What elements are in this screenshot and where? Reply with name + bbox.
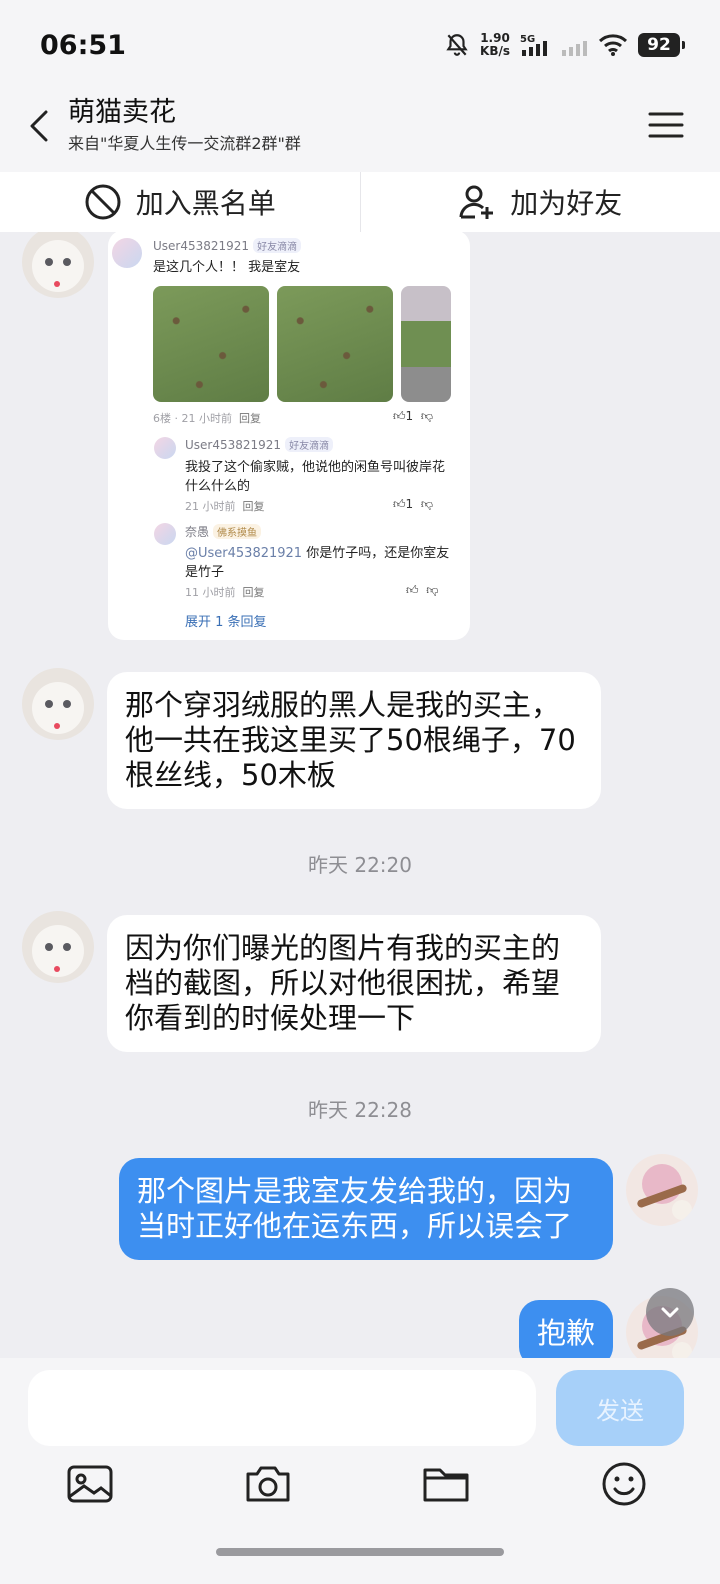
- reply-user: 奈愚 佛系摸鱼: [185, 523, 262, 540]
- comment-user: User453821921 好友滴滴: [153, 238, 302, 253]
- reply-meta: 11 小时前 回复: [185, 586, 265, 599]
- commenter-avatar: [112, 238, 142, 268]
- net-speed: 1.90 KB/s: [480, 31, 510, 58]
- home-indicator[interactable]: [216, 1548, 504, 1556]
- like-buttons: 👍︎ 👎︎: [406, 583, 438, 598]
- message-bubble[interactable]: 那个穿羽绒服的黑人是我的买主，他一共在我这里买了50根绳子，70根丝线，50木板: [107, 672, 601, 809]
- avatar[interactable]: [22, 232, 94, 298]
- game-screenshot: [277, 286, 393, 402]
- status-icons: 1.90 KB/s 5G 92: [444, 31, 685, 58]
- chat-area[interactable]: User453821921 好友滴滴 是这几个人！！ 我是室友 6楼 · 21 小…: [0, 232, 720, 1358]
- thumbs-up-icon: 👍︎: [393, 497, 406, 511]
- anime-avatar-icon: [626, 1154, 698, 1226]
- reply-text: @User453821921 你是竹子吗，还是你室友是竹子: [185, 546, 450, 580]
- like-count: 👍︎1 👎︎: [393, 497, 434, 511]
- message-bubble[interactable]: 因为你们曝光的图片有我的买主的档的截图，所以对他很困扰，希望你看到的时候处理一下: [107, 915, 601, 1052]
- signal-icon: [562, 41, 587, 56]
- send-button[interactable]: 发送: [556, 1370, 684, 1446]
- add-friend-label: 加为好友: [510, 187, 623, 220]
- signal-5g-icon: 5G: [520, 34, 547, 56]
- message-input[interactable]: [28, 1370, 536, 1446]
- thumbs-down-icon: 👎︎: [420, 409, 434, 423]
- cat-avatar-icon: [22, 668, 94, 740]
- status-time: 06:51: [40, 30, 126, 61]
- scroll-to-bottom-button[interactable]: [646, 1288, 694, 1336]
- time-separator: 昨天 22:28: [308, 1098, 412, 1122]
- folder-icon[interactable]: [420, 1458, 472, 1510]
- reply-text: 我投了这个偷家贼，他说他的闲鱼号叫彼岸花什么什么的: [185, 460, 446, 494]
- thumbs-up-icon: 👍︎: [406, 583, 419, 597]
- add-friend-icon: [459, 185, 494, 219]
- blacklist-label: 加入黑名单: [135, 187, 276, 220]
- game-screenshot: [153, 286, 269, 402]
- svg-text:5G: 5G: [520, 34, 535, 45]
- avatar[interactable]: [22, 668, 94, 740]
- mute-bell-icon: [446, 34, 468, 56]
- avatar[interactable]: [22, 911, 94, 983]
- game-screenshot: [401, 286, 451, 402]
- chevron-down-icon: [661, 1307, 679, 1318]
- thumbs-down-icon: 👎︎: [426, 583, 439, 597]
- block-icon: [85, 184, 121, 220]
- add-friend-button[interactable]: 加为好友: [361, 172, 720, 232]
- comment-text: 是这几个人！！ 我是室友: [153, 260, 301, 275]
- thumbs-up-icon: 👍︎: [393, 409, 406, 423]
- message-bubble-sent[interactable]: 抱歉: [519, 1300, 613, 1358]
- thumbs-down-icon: 👎︎: [420, 497, 434, 511]
- cat-avatar-icon: [22, 911, 94, 983]
- reply-meta: 21 小时前 回复: [185, 500, 265, 513]
- expand-replies-link[interactable]: 展开 1 条回复: [185, 611, 267, 630]
- image-message[interactable]: User453821921 好友滴滴 是这几个人！！ 我是室友 6楼 · 21 小…: [108, 232, 470, 640]
- blacklist-button[interactable]: 加入黑名单: [0, 172, 360, 232]
- page-title: 萌猫卖花: [68, 97, 176, 128]
- commenter-avatar: [154, 437, 176, 459]
- menu-icon[interactable]: [648, 110, 684, 140]
- action-bar: 加入黑名单 加为好友: [0, 172, 720, 232]
- cat-avatar-icon: [22, 232, 94, 298]
- chat-header: 萌猫卖花 来自"华夏人生传一交流群2群"群: [0, 96, 720, 172]
- attachment-toolbar: [0, 1458, 720, 1518]
- reply-user: User453821921 好友滴滴: [185, 437, 334, 452]
- my-avatar[interactable]: [626, 1154, 698, 1226]
- camera-icon[interactable]: [242, 1458, 294, 1510]
- message-bubble-sent[interactable]: 那个图片是我室友发给我的，因为当时正好他在运东西，所以误会了: [119, 1158, 613, 1260]
- image-icon[interactable]: [64, 1458, 116, 1510]
- time-separator: 昨天 22:20: [308, 853, 412, 877]
- commenter-avatar: [154, 523, 176, 545]
- page-subtitle: 来自"华夏人生传一交流群2群"群: [68, 134, 301, 153]
- emoji-icon[interactable]: [598, 1458, 650, 1510]
- back-icon[interactable]: [20, 106, 60, 146]
- title-block: 萌猫卖花 来自"华夏人生传一交流群2群"群: [68, 96, 301, 156]
- battery-indicator: 92: [638, 33, 685, 57]
- wifi-icon: [598, 34, 628, 56]
- comment-meta: 6楼 · 21 小时前 回复: [153, 412, 261, 425]
- like-count: 👍︎1 👎︎: [393, 409, 434, 423]
- status-bar: 06:51 1.90 KB/s 5G 92: [0, 0, 720, 96]
